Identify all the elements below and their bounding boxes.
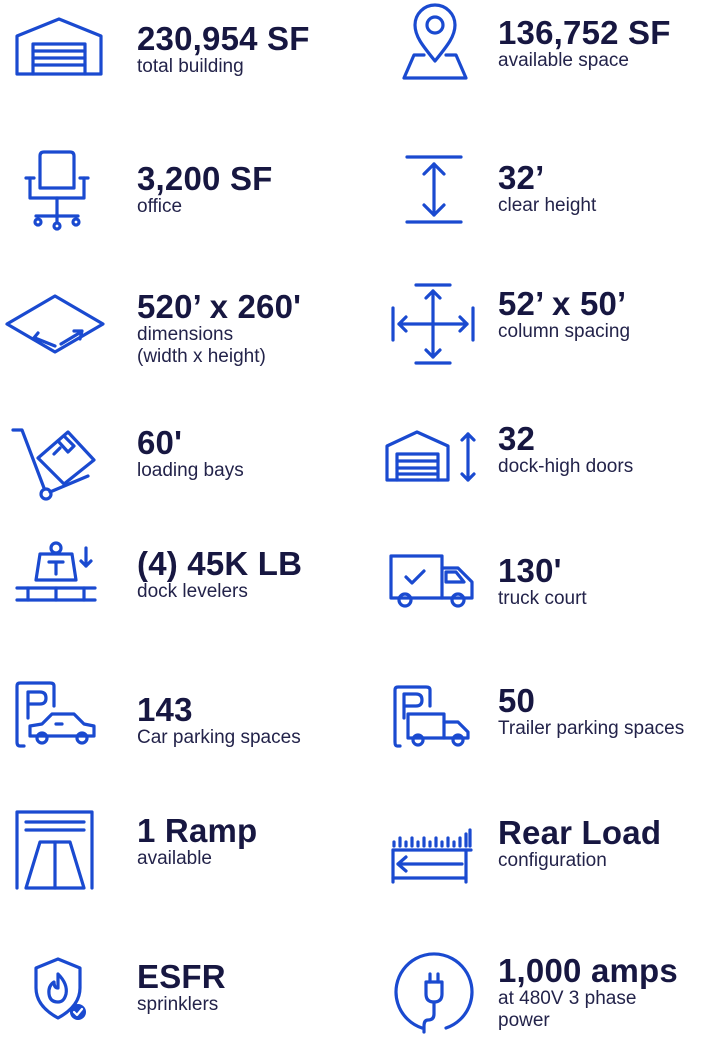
- spec-value: 520’ x 260': [137, 288, 302, 325]
- spec-label: office: [137, 196, 183, 217]
- spec-value: 3,200 SF: [137, 160, 273, 197]
- office-chair-icon: [22, 148, 92, 231]
- vertical-height-icon: [404, 154, 464, 226]
- fire-shield-icon: [32, 956, 92, 1022]
- spec-label: clear height: [498, 195, 597, 216]
- spec-ramp: 1 Ramp available: [0, 800, 360, 910]
- rear-load-icon: [390, 822, 474, 886]
- spec-car-parking: 143 Car parking spaces: [0, 670, 360, 780]
- spec-office: 3,200 SF office: [0, 140, 360, 250]
- spec-label: Trailer parking spaces: [498, 718, 685, 739]
- spec-sprinklers: ESFR sprinklers: [0, 940, 360, 1050]
- weight-scale-icon: [14, 540, 98, 606]
- spec-label: sprinklers: [137, 994, 219, 1015]
- spec-label: at 480V 3 phase power: [498, 988, 637, 1031]
- delivery-truck-icon: [388, 550, 476, 608]
- spec-label: truck court: [498, 588, 587, 609]
- spec-dimensions: 520’ x 260' dimensions (width x height): [0, 270, 360, 380]
- spec-value: 32: [498, 420, 536, 457]
- trailer-parking-icon: [392, 684, 476, 750]
- spec-value: (4) 45K LB: [137, 545, 303, 582]
- car-parking-icon: [14, 680, 98, 752]
- spec-rear-load: Rear Load configuration: [362, 800, 722, 910]
- spec-value: 143: [137, 691, 193, 728]
- spec-truck-court: 130' truck court: [362, 530, 722, 640]
- spec-trailer-parking: 50 Trailer parking spaces: [362, 670, 722, 780]
- spec-value: 32’: [498, 159, 545, 196]
- warehouse-icon: [14, 16, 104, 78]
- spec-label: loading bays: [137, 460, 244, 481]
- spec-value: 130': [498, 552, 562, 589]
- hand-truck-icon: [10, 422, 100, 502]
- spec-value: 50: [498, 682, 536, 719]
- spec-label: total building: [137, 56, 244, 77]
- spec-available-space: 136,752 SF available space: [362, 0, 722, 110]
- spec-value: Rear Load: [498, 814, 662, 851]
- dock-door-icon: [384, 428, 484, 486]
- spec-clear-height: 32’ clear height: [362, 140, 722, 250]
- spec-label: Car parking spaces: [137, 727, 301, 748]
- spec-value: 1,000 amps: [498, 952, 678, 989]
- spec-label: dock-high doors: [498, 456, 634, 477]
- spec-value: 60': [137, 424, 183, 461]
- spec-value: ESFR: [137, 958, 226, 995]
- ramp-icon: [14, 808, 98, 890]
- spec-dock-levelers: (4) 45K LB dock levelers: [0, 530, 360, 640]
- spec-dock-doors: 32 dock-high doors: [362, 410, 722, 520]
- floor-dimensions-icon: [5, 292, 105, 356]
- spec-label: column spacing: [498, 321, 631, 342]
- spec-label: dimensions (width x height): [137, 324, 266, 367]
- column-spacing-icon: [390, 282, 476, 366]
- spec-loading-bays: 60' loading bays: [0, 410, 360, 520]
- spec-column-spacing: 52’ x 50’ column spacing: [362, 270, 722, 380]
- spec-value: 1 Ramp: [137, 812, 258, 849]
- spec-total-building: 230,954 SF total building: [0, 0, 360, 110]
- power-plug-icon: [394, 948, 474, 1034]
- spec-value: 230,954 SF: [137, 20, 310, 57]
- spec-label: available space: [498, 50, 629, 71]
- spec-power: 1,000 amps at 480V 3 phase power: [362, 940, 722, 1050]
- spec-value: 52’ x 50’: [498, 285, 627, 322]
- spec-label: configuration: [498, 850, 607, 871]
- map-pin-icon: [400, 3, 470, 81]
- spec-label: available: [137, 848, 212, 869]
- spec-label: dock levelers: [137, 581, 248, 602]
- spec-value: 136,752 SF: [498, 14, 671, 51]
